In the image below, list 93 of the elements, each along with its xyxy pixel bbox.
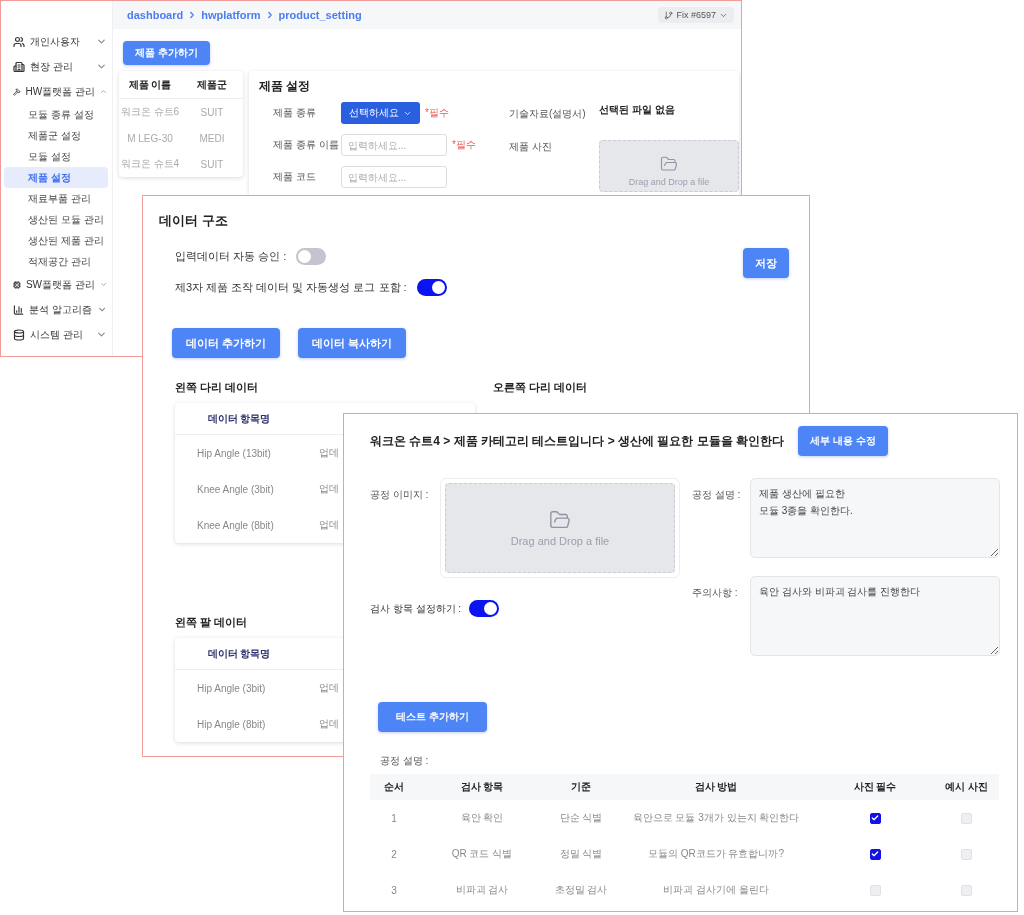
table-cell-text: 육안으로 모듈 3개가 있는지 확인한다 bbox=[631, 811, 801, 825]
sidebar-item[interactable]: 개인사용자 bbox=[1, 29, 112, 54]
toggle-switch[interactable] bbox=[296, 248, 327, 265]
section-title: 왼쪽 다리 데이터 bbox=[175, 380, 260, 395]
table-cell-text: 모듈의 QR코드가 유효합니까? bbox=[646, 847, 786, 861]
table-cell: 업데 bbox=[319, 518, 339, 532]
section-title: 오른쪽 다리 데이터 bbox=[493, 380, 589, 395]
select-dropdown[interactable]: 선택하세요 bbox=[341, 102, 420, 124]
chart-icon bbox=[13, 303, 25, 316]
table-cell-text: Knee Angle (8bit) bbox=[196, 519, 275, 531]
toggle-label: 제3자 제품 조작 데이터 및 자동생성 로그 포함 : bbox=[175, 280, 407, 295]
table-cell-text: SUIT bbox=[199, 158, 225, 170]
toggle-switch[interactable] bbox=[469, 600, 500, 617]
input-field[interactable]: 입력하세요... bbox=[341, 166, 447, 188]
branch-dropdown[interactable]: Fix #6597 bbox=[658, 7, 734, 23]
sidebar-subitem[interactable]: 재료부품 관리 bbox=[4, 188, 108, 209]
table-cell-text: 3 bbox=[390, 884, 398, 896]
description-field[interactable]: 제품 생산에 필요한 모듈 3종을 확인한다. bbox=[750, 478, 1000, 558]
file-status: 선택된 파일 없음 bbox=[599, 103, 675, 117]
sidebar-item[interactable]: SW플랫폼 관리 bbox=[1, 272, 112, 297]
window-title: 워크온 슈트4 > 제품 카테고리 테스트입니다 > 생산에 필요한 모듈을 확인한다 bbox=[370, 432, 785, 450]
table-cell: 업데 bbox=[319, 482, 339, 496]
column-header: 검사 항목 bbox=[459, 780, 505, 794]
sidebar-subitem[interactable]: 생산된 제품 관리 bbox=[4, 230, 108, 251]
checkbox[interactable] bbox=[869, 848, 881, 860]
breadcrumb-link[interactable]: hwplatform bbox=[201, 9, 261, 21]
field-label: 제품 종류 bbox=[272, 106, 317, 120]
column-header: 제품군 bbox=[196, 77, 228, 92]
input-field[interactable]: 입력하세요... bbox=[341, 134, 447, 156]
panel-title: 제품 설정 bbox=[259, 79, 312, 93]
branch-icon bbox=[664, 10, 674, 20]
sidebar-item[interactable]: 현장 관리 bbox=[1, 54, 112, 79]
column-header: 사진 필수 bbox=[852, 780, 898, 794]
table-cell: 워크온 슈트6 bbox=[119, 105, 181, 119]
table-cell-text: Hip Angle (13bit) bbox=[196, 447, 272, 459]
column-header: 데이터 항목명 bbox=[206, 411, 272, 426]
table-cell-text: 비파괴 검사기에 올린다 bbox=[662, 883, 770, 897]
checkbox[interactable] bbox=[869, 812, 881, 824]
table-cell-text: 단순 식별 bbox=[558, 811, 604, 825]
column-header: 기준 bbox=[570, 780, 592, 794]
field-label: 제품 종류 이름 bbox=[272, 138, 340, 152]
field-label: 기술자료(설명서) bbox=[509, 107, 587, 120]
users-icon bbox=[13, 35, 25, 48]
table-cell-text: Hip Angle (3bit) bbox=[196, 682, 267, 694]
table-label: 공정 설명 : bbox=[380, 754, 430, 768]
sidebar-subitem[interactable]: 적재공간 관리 bbox=[4, 251, 108, 272]
sidebar-subitem[interactable]: 모듈 설정 bbox=[4, 146, 108, 167]
sidebar-subitem[interactable]: 생산된 모듈 관리 bbox=[4, 209, 108, 230]
folder-icon bbox=[660, 155, 678, 173]
table-cell-text: 정밀 식별 bbox=[558, 847, 604, 861]
required-mark: *필수 bbox=[452, 138, 476, 152]
field-label: 제품 사진 bbox=[509, 140, 553, 153]
sidebar-subitem[interactable]: 제품 설정 bbox=[4, 167, 108, 188]
table-cell-text: 육안 확인 bbox=[459, 811, 505, 825]
field-label: 주의사항 : bbox=[692, 586, 739, 600]
table-cell-text: QR 코드 식별 bbox=[450, 847, 514, 861]
breadcrumb-link[interactable]: dashboard bbox=[127, 9, 184, 21]
column-header: 순서 bbox=[383, 780, 405, 794]
table-cell: 업데 bbox=[319, 446, 339, 460]
sidebar-item[interactable]: HW플랫폼 관리 bbox=[1, 79, 112, 104]
folder-icon bbox=[549, 509, 571, 531]
sidebar-item[interactable]: 분석 알고리즘 bbox=[1, 297, 112, 322]
section-title: 왼쪽 팔 데이터 bbox=[175, 615, 249, 630]
sidebar-subitem[interactable]: 모듈 종류 설정 bbox=[4, 104, 108, 125]
column-header: 데이터 항목명 bbox=[206, 646, 272, 661]
breadcrumb-link[interactable]: product_setting bbox=[278, 9, 362, 21]
table-cell-text: 초정밀 검사 bbox=[553, 883, 609, 897]
table-cell: 업데 bbox=[319, 681, 339, 695]
table-cell-text: Hip Angle (8bit) bbox=[196, 718, 267, 730]
table-cell-text: M LEG-30 bbox=[126, 132, 174, 144]
table-cell: 워크온 슈트4 bbox=[119, 157, 181, 171]
table-cell-text: 1 bbox=[390, 812, 398, 824]
field-label: 공정 이미지 : bbox=[370, 488, 430, 502]
window-title: 데이터 구조 bbox=[159, 212, 229, 230]
field-label: 공정 설명 : bbox=[692, 488, 742, 502]
sidebar-subitem[interactable]: 제품군 설정 bbox=[4, 125, 108, 146]
table-cell-text: SUIT bbox=[199, 106, 225, 118]
caution-field[interactable]: 육안 검사와 비파괴 검사를 진행한다 bbox=[750, 576, 1000, 656]
database-icon bbox=[13, 328, 25, 341]
toggle-switch[interactable] bbox=[416, 279, 447, 296]
sidebar-item[interactable]: 시스템 관리 bbox=[1, 322, 112, 347]
table-cell: 업데 bbox=[319, 717, 339, 731]
table-cell-text: MEDI bbox=[198, 132, 226, 144]
field-label: 제품 코드 bbox=[272, 170, 317, 184]
required-mark: *필수 bbox=[425, 106, 449, 120]
table-cell-text: 2 bbox=[390, 848, 398, 860]
table-cell-text: Knee Angle (3bit) bbox=[196, 483, 275, 495]
toggle-label: 검사 항목 설정하기 : bbox=[370, 601, 462, 616]
column-header: 예시 사진 bbox=[944, 780, 989, 794]
column-header: 제품 이름 bbox=[127, 77, 173, 92]
toggle-label: 입력데이터 자동 승인 : bbox=[175, 249, 287, 264]
column-header: 검사 방법 bbox=[693, 780, 739, 794]
table-cell-text: 비파괴 검사 bbox=[454, 883, 510, 897]
